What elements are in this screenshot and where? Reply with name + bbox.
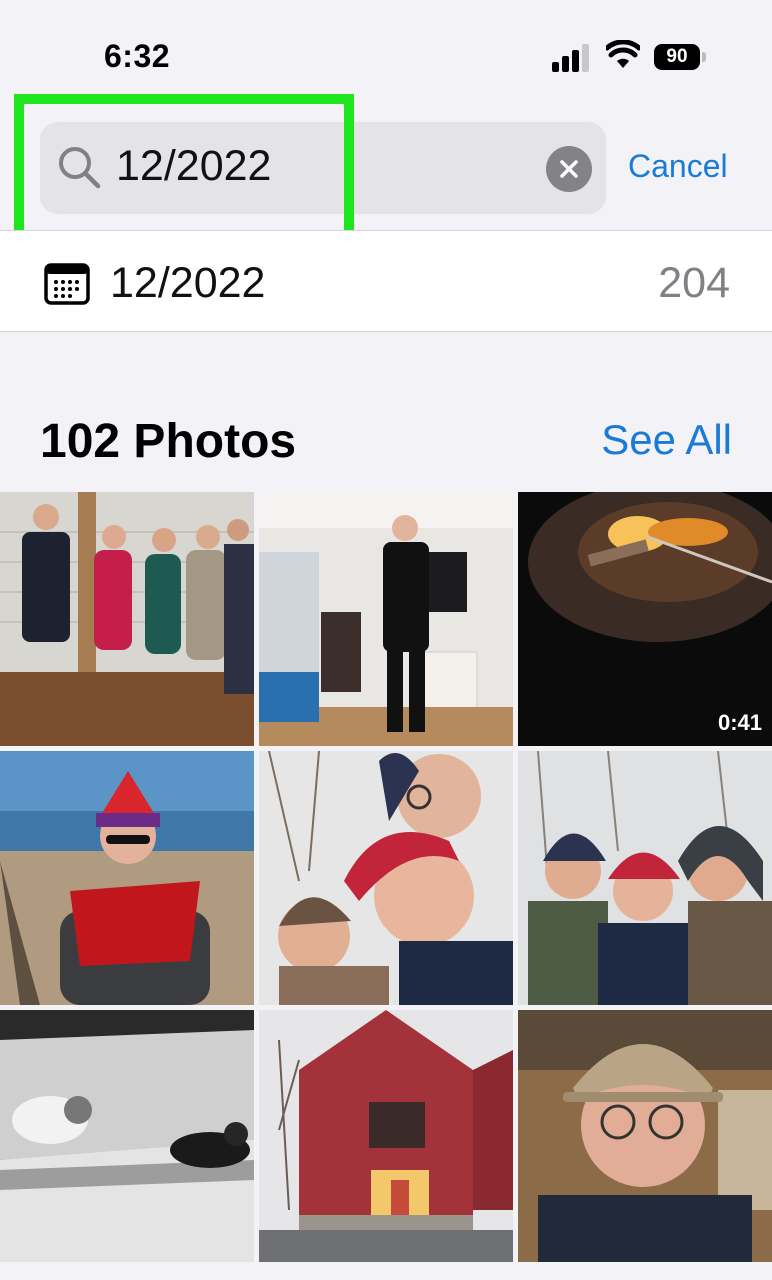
battery-level: 90 [654,44,700,70]
calendar-icon [44,263,90,305]
see-all-button[interactable]: See All [601,416,732,464]
photos-section-title: 102 Photos [40,415,297,468]
fire-pit-video [518,492,772,746]
cancel-button[interactable]: Cancel [628,148,728,185]
photo-thumbnail[interactable] [259,492,513,746]
snow-selfie-photo [259,751,513,1005]
video-thumbnail[interactable]: 0:41 [518,492,772,746]
photo-thumbnail[interactable] [0,1010,254,1262]
search-highlight-box [14,94,354,240]
wifi-icon [606,40,640,68]
man-in-hallway-photo [259,492,513,746]
photo-thumbnail[interactable] [0,492,254,746]
photo-grid: 0:41 [0,492,772,1262]
photo-thumbnail[interactable] [518,751,772,1005]
photo-thumbnail[interactable] [518,1010,772,1262]
cellular-signal-icon [552,44,589,72]
photo-thumbnail[interactable] [259,751,513,1005]
date-suggestion-row[interactable]: 12/2022 204 [0,230,772,332]
photos-search-screen: 6:32 90 12/2022 Cancel 12/2022 204 102 P… [0,0,772,1280]
battery-icon: 90 [654,44,706,70]
cats-on-couch-photo [0,1010,254,1262]
clear-search-button[interactable] [546,146,592,192]
suggestion-count: 204 [658,259,730,307]
status-time: 6:32 [104,38,171,74]
red-barn-photo [259,1010,513,1262]
snowy-woods-trio-photo [518,751,772,1005]
close-icon [560,160,578,178]
photo-thumbnail[interactable] [0,751,254,1005]
suggestion-label: 12/2022 [110,259,266,307]
video-duration: 0:41 [717,710,762,735]
photo-thumbnail[interactable] [259,1010,513,1262]
party-group-photo [0,492,254,746]
man-with-cap-photo [518,1010,772,1262]
beach-woman-photo [0,751,254,1005]
